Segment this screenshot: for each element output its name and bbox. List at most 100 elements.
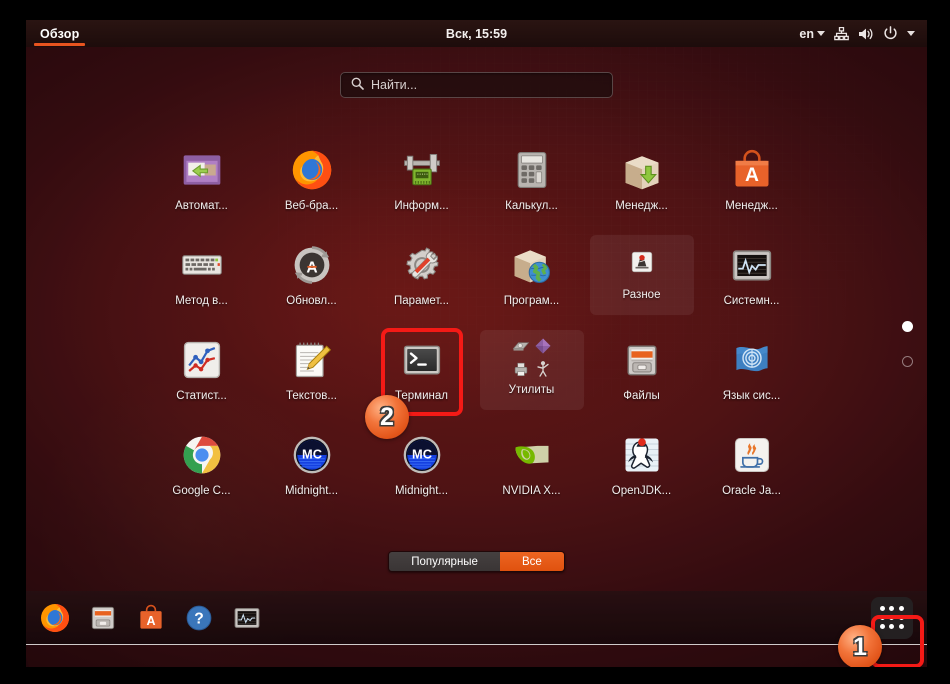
app-label: OpenJDK... bbox=[611, 485, 672, 497]
apps-grid-dot bbox=[880, 605, 886, 611]
app-tile-google-chrome[interactable]: Google C... bbox=[150, 425, 254, 505]
file-roller-archive-icon bbox=[179, 147, 225, 193]
app-tile-language-support-flag[interactable]: Язык сис... bbox=[700, 330, 804, 410]
app-tile-folder-misc[interactable]: Разное bbox=[589, 235, 694, 315]
app-label: Обновл... bbox=[286, 295, 337, 307]
volume-icon[interactable] bbox=[858, 27, 874, 41]
app-tile-folder-utilities[interactable]: Утилиты bbox=[479, 330, 584, 410]
app-tile-keyboard-input-method[interactable]: Метод в... bbox=[150, 235, 254, 315]
language-label: en bbox=[799, 26, 814, 41]
system-monitor-icon bbox=[729, 242, 775, 288]
dock-item-help[interactable]: ? bbox=[182, 601, 216, 635]
dock-item-ubuntu-software[interactable]: A bbox=[134, 601, 168, 635]
system-menu-chevron-icon[interactable] bbox=[907, 31, 915, 36]
app-tile-java-coffee[interactable]: Oracle Ja... bbox=[700, 425, 804, 505]
app-grid: Автомат... Веб-бра... Информ... Калькул... М… bbox=[147, 140, 807, 505]
apps-grid-dot bbox=[889, 605, 895, 611]
app-tile-software-updater[interactable]: A Обновл... bbox=[260, 235, 364, 315]
app-label: Язык сис... bbox=[722, 390, 781, 402]
search-input[interactable]: Найти... bbox=[340, 72, 613, 98]
dock-item-files[interactable] bbox=[86, 601, 120, 635]
text-editor-notepad-icon bbox=[289, 337, 335, 383]
app-tile-statistics-chart[interactable]: Статист... bbox=[150, 330, 254, 410]
app-label: Oracle Ja... bbox=[722, 485, 781, 497]
apps-grid-dot bbox=[880, 614, 886, 620]
apps-button-slot bbox=[871, 596, 927, 639]
app-tile-openjdk-duke[interactable]: OpenJDK... bbox=[590, 425, 694, 505]
language-indicator[interactable]: en bbox=[799, 27, 825, 41]
apps-grid-dot bbox=[889, 614, 895, 620]
package-update-manager-icon bbox=[619, 147, 665, 193]
svg-text:MC: MC bbox=[302, 447, 322, 462]
ubuntu-software-bag-icon: A bbox=[729, 147, 775, 193]
keyboard-input-method-icon bbox=[179, 242, 225, 288]
dock-item-firefox[interactable] bbox=[38, 601, 72, 635]
app-label: NVIDIA X... bbox=[502, 485, 561, 497]
apps-grid-dot bbox=[898, 624, 904, 630]
app-tile-midnight-commander-1[interactable]: MC Midnight... bbox=[260, 425, 364, 505]
app-label: Google C... bbox=[172, 485, 231, 497]
filter-toggle: Популярные Все bbox=[388, 551, 565, 572]
terminal-icon bbox=[399, 337, 445, 383]
dock-items: A ? bbox=[26, 601, 264, 635]
calculator-icon bbox=[509, 147, 555, 193]
app-label: Midnight... bbox=[284, 485, 339, 497]
midnight-commander-icon: MC bbox=[399, 432, 445, 478]
app-tile-nvidia[interactable]: NVIDIA X... bbox=[480, 425, 584, 505]
page-indicator bbox=[902, 320, 913, 367]
search-area: Найти... bbox=[26, 72, 927, 98]
power-icon[interactable] bbox=[883, 26, 898, 41]
app-tile-nautilus-files[interactable]: Файлы bbox=[590, 330, 694, 410]
language-support-flag-icon bbox=[729, 337, 775, 383]
folder-utilities-icon bbox=[512, 337, 552, 377]
folder-mini-icon-xkill bbox=[533, 358, 553, 379]
annotation-badge-2-label: 2 bbox=[380, 402, 394, 431]
clock[interactable]: Вск, 15:59 bbox=[446, 27, 507, 41]
folder-mini-icon-printer bbox=[511, 358, 531, 379]
filter-all-button[interactable]: Все bbox=[499, 552, 564, 571]
network-icon[interactable] bbox=[834, 26, 849, 41]
activities-button[interactable]: Обзор bbox=[26, 20, 93, 47]
nautilus-files-icon bbox=[619, 337, 665, 383]
app-label: Разное bbox=[622, 289, 661, 301]
filter-popular-button[interactable]: Популярные bbox=[389, 552, 500, 571]
apps-grid-dot bbox=[880, 624, 886, 630]
apps-grid-dot bbox=[889, 624, 895, 630]
svg-text:MC: MC bbox=[412, 447, 432, 462]
app-tile-file-roller-archive[interactable]: Автомат... bbox=[150, 140, 254, 220]
svg-text:A: A bbox=[146, 613, 155, 627]
midnight-commander-icon: MC bbox=[289, 432, 335, 478]
filter-toggle-area: Популярные Все bbox=[26, 551, 927, 572]
annotation-badge-1-label: 1 bbox=[853, 632, 867, 661]
annotation-badge-2: 2 bbox=[365, 395, 409, 439]
dock: A ? bbox=[26, 591, 927, 645]
page-dot-2[interactable] bbox=[902, 355, 913, 367]
app-tile-text-editor-notepad[interactable]: Текстов... bbox=[260, 330, 364, 410]
app-tile-settings-gear-wrench[interactable]: Парамет... bbox=[370, 235, 474, 315]
apps-grid-button[interactable] bbox=[871, 596, 913, 639]
svg-text:?: ? bbox=[194, 610, 204, 627]
openjdk-duke-icon bbox=[619, 432, 665, 478]
app-tile-ubuntu-software-bag[interactable]: A Менедж... bbox=[700, 140, 804, 220]
app-tile-software-sources-globe-box[interactable]: Програм... bbox=[480, 235, 584, 315]
app-label: Утилиты bbox=[508, 384, 555, 396]
software-updater-icon: A bbox=[289, 242, 335, 288]
apps-grid-dot bbox=[898, 605, 904, 611]
svg-text:A: A bbox=[745, 165, 759, 186]
page-dot-1[interactable] bbox=[902, 320, 913, 332]
app-tile-package-update-manager[interactable]: Менедж... bbox=[590, 140, 694, 220]
app-label: Парамет... bbox=[394, 295, 449, 307]
folder-mini-icon-scanner bbox=[511, 335, 531, 356]
apps-grid-dot bbox=[898, 614, 904, 620]
desktop-screen: Обзор Вск, 15:59 en Найти... Автомат... … bbox=[26, 20, 927, 667]
app-label: Информ... bbox=[394, 200, 449, 212]
app-tile-system-monitor[interactable]: Системн... bbox=[700, 235, 804, 315]
app-label: Програм... bbox=[503, 295, 560, 307]
nvidia-icon bbox=[509, 432, 555, 478]
app-tile-hardware-info-caliper[interactable]: Информ... bbox=[370, 140, 474, 220]
app-label: Автомат... bbox=[175, 200, 228, 212]
app-tile-firefox[interactable]: Веб-бра... bbox=[260, 140, 364, 220]
dock-item-system-monitor[interactable] bbox=[230, 601, 264, 635]
app-label: Статист... bbox=[176, 390, 227, 402]
app-tile-calculator[interactable]: Калькул... bbox=[480, 140, 584, 220]
